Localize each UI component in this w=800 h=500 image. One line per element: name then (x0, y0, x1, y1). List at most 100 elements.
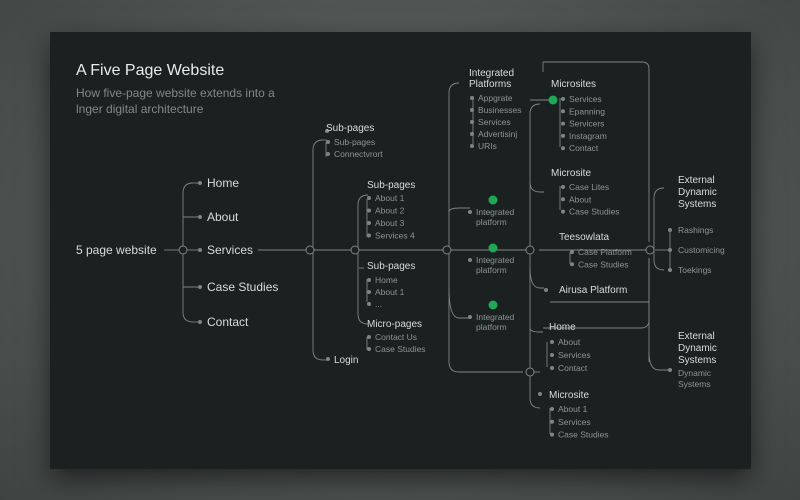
login-label: Login (334, 355, 358, 366)
integrated-platforms-item: URIs (478, 141, 497, 151)
bullet-dot (570, 250, 574, 254)
hub-node (645, 245, 655, 255)
bullet-dot (561, 197, 565, 202)
platform-status-dot (488, 300, 498, 310)
subpages-a-label: Sub-pages (326, 123, 374, 134)
microsites-item: Servicers (569, 119, 604, 129)
root-node-label: 5 page website (76, 243, 157, 257)
diagram-board: A Five Page Website How five-page websit… (50, 32, 751, 469)
subpages-b-item: Services 4 (375, 231, 415, 241)
integrated-platforms-item: Businesses (478, 105, 521, 115)
hub-node (525, 245, 535, 255)
bullet-dot (561, 121, 565, 126)
bullet-dot (470, 120, 474, 124)
external-systems-label: Systems (678, 355, 716, 366)
integrated-platforms-label: Platforms (469, 79, 511, 90)
integrated-platform-label: platform (476, 265, 507, 275)
bullet-dot (367, 335, 371, 339)
hub-node (305, 245, 315, 255)
home-label: Home (549, 322, 576, 333)
hub-node (442, 245, 452, 255)
integrated-platform-label: platform (476, 217, 507, 227)
bullet-dot (544, 288, 548, 292)
teesowlata-item: Case Studies (578, 259, 629, 269)
microsite-a-item: Case Studies (569, 207, 620, 217)
subpages-c-item: Home (375, 275, 398, 285)
external-systems-label: Dynamic (678, 187, 717, 198)
labels: 5 page website Home About Services Case Stud… (76, 68, 725, 440)
bullet-dot (367, 233, 371, 238)
bullet-dot (561, 146, 565, 151)
connector (529, 181, 544, 193)
bullet-dot (198, 248, 202, 252)
bullet-dot (367, 221, 371, 225)
bullet-dot (470, 144, 474, 148)
bullet-dot (561, 109, 565, 114)
connector (529, 267, 544, 289)
microsites-item: Epanning (569, 106, 605, 116)
teesowlata-item: Case Platform (578, 247, 632, 257)
bullet-dot (367, 302, 371, 306)
microsites-item: Services (569, 94, 602, 104)
airusa-platform-label: Airusa Platform (559, 285, 627, 296)
subpages-c-label: Sub-pages (367, 261, 415, 272)
external-systems-item: Dynamic (678, 368, 712, 378)
integrated-platforms-item: Services (478, 117, 511, 127)
subpages-a-item: Connectvrort (334, 149, 383, 159)
external-systems-label: External (678, 175, 715, 186)
hub-node (350, 245, 360, 255)
integrated-platforms-item: Advertisinj (478, 129, 517, 139)
external-systems-item: Toekings (678, 265, 712, 275)
external-systems-label: External (678, 331, 715, 342)
page-5-label: Contact (207, 315, 249, 329)
bullet-dot (198, 181, 202, 185)
platform-status-dot (548, 95, 558, 105)
platform-status-dot (488, 195, 498, 205)
bullet-dot (561, 185, 565, 189)
page-3-label: Services (207, 243, 253, 257)
bullet-dot (198, 215, 202, 219)
external-systems-item: Systems (678, 379, 711, 389)
microsite-b-item: Services (558, 417, 591, 427)
microsite-b-item: Case Studies (558, 430, 609, 440)
tier5-bracket (529, 103, 541, 409)
bullet-dot (198, 320, 202, 324)
external-systems-label: Systems (678, 199, 716, 210)
page-4-label: Case Studies (207, 280, 278, 294)
external-systems-item: Rashings (678, 225, 713, 235)
home-item: Services (558, 350, 591, 360)
bullet-dot (468, 258, 472, 262)
external-bracket (653, 187, 665, 271)
teesowlata-label: Teesowlata (559, 232, 609, 243)
home-item: About (558, 337, 581, 347)
bullet-dot (550, 366, 554, 370)
bullet-dot (550, 432, 554, 437)
bullet-dot (326, 357, 330, 361)
bullet-dot (668, 228, 672, 232)
subpages-b-item: About 3 (375, 218, 405, 228)
subpages-b-label: Sub-pages (367, 180, 415, 191)
bullet-dot (668, 368, 672, 372)
bullet-dot (538, 392, 542, 396)
integrated-platform-label: Integrated (476, 207, 515, 217)
bullet-dot (550, 353, 554, 357)
bullet-dot (367, 278, 371, 282)
bullet-dot (468, 315, 472, 319)
bullet-dot (550, 419, 554, 424)
subpages-b-item: About 2 (375, 206, 405, 216)
integrated-platform-label: platform (476, 322, 507, 332)
bullet-dot (550, 407, 554, 411)
platform-status-dot (488, 243, 498, 253)
bullet-dot (668, 248, 672, 252)
connector (529, 327, 543, 333)
bullet-dot (470, 108, 474, 112)
connector (448, 207, 470, 213)
microsite-a-item: Case Lites (569, 182, 609, 192)
bullet-dot (561, 133, 565, 138)
tier3-bracket (357, 194, 369, 325)
hub-node (178, 245, 188, 255)
home-item: Contact (558, 363, 588, 373)
microsites-item: Instagram (569, 131, 607, 141)
microsite-a-label: Microsite (551, 168, 591, 179)
architecture-diagram: 5 page website Home About Services Case Stud… (76, 61, 725, 440)
